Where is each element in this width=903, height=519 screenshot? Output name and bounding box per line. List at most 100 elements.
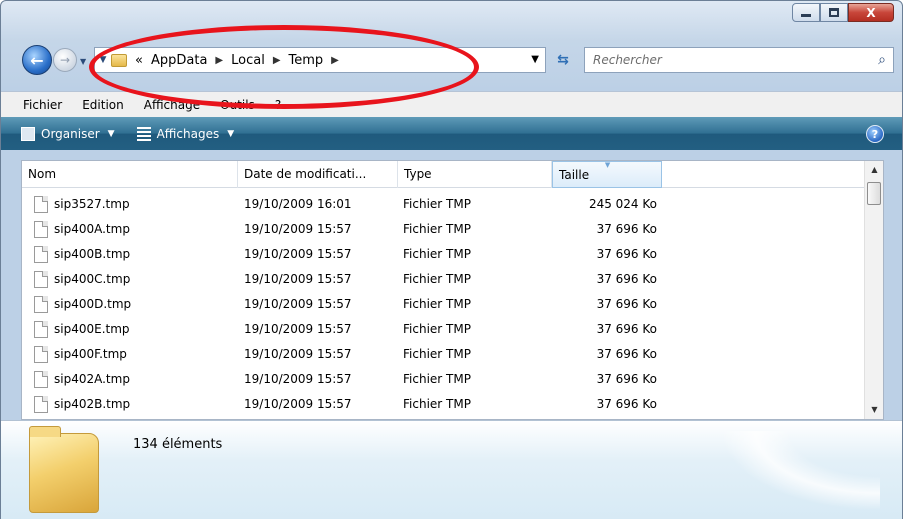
scroll-down-icon[interactable]: ▼: [865, 401, 883, 419]
decorative-swoosh: [720, 431, 880, 511]
address-dropdown-icon[interactable]: ▼: [531, 54, 539, 65]
back-button[interactable]: ←: [22, 45, 52, 75]
breadcrumb-local[interactable]: Local: [231, 53, 265, 68]
file-date: 19/10/2009 15:57: [244, 322, 352, 336]
file-name-cell: sip400B.tmp: [34, 242, 130, 267]
maximize-icon: [829, 8, 839, 17]
breadcrumb-appdata[interactable]: AppData: [151, 53, 207, 68]
file-name: sip400E.tmp: [54, 322, 130, 336]
file-type: Fichier TMP: [403, 322, 471, 336]
file-size: 37 696 Ko: [596, 222, 657, 236]
search-icon[interactable]: ⌕: [871, 52, 893, 68]
file-size: 37 696 Ko: [596, 347, 657, 361]
breadcrumb-overflow[interactable]: «: [135, 53, 143, 68]
menu-bar: Fichier Edition Affichage Outils ?: [1, 91, 902, 117]
file-date: 19/10/2009 16:01: [244, 197, 352, 211]
scroll-up-icon[interactable]: ▲: [865, 161, 883, 179]
file-date: 19/10/2009 15:57: [244, 247, 352, 261]
window-controls: X: [792, 3, 894, 22]
table-row[interactable]: sip400D.tmp 19/10/2009 15:57 Fichier TMP…: [22, 292, 865, 317]
table-row[interactable]: sip400F.tmp 19/10/2009 15:57 Fichier TMP…: [22, 342, 865, 367]
maximize-button[interactable]: [820, 3, 848, 22]
table-row[interactable]: sip400A.tmp 19/10/2009 15:57 Fichier TMP…: [22, 217, 865, 242]
menu-help[interactable]: ?: [275, 98, 281, 112]
scrollbar-thumb[interactable]: [867, 182, 881, 205]
explorer-window: X ← → ▼ ▼ « AppData ▶ Local ▶ Temp ▶ ▼ ⇆…: [0, 0, 903, 519]
file-size: 37 696 Ko: [596, 297, 657, 311]
views-icon: [136, 126, 151, 141]
table-row[interactable]: sip402A.tmp 19/10/2009 15:57 Fichier TMP…: [22, 367, 865, 392]
file-type: Fichier TMP: [403, 372, 471, 386]
vertical-scrollbar[interactable]: ▲ ▼: [864, 161, 883, 419]
column-header-size-label: Taille: [559, 168, 590, 182]
column-header-name[interactable]: Nom: [22, 161, 238, 188]
column-header-type[interactable]: Type: [398, 161, 552, 188]
file-name: sip400F.tmp: [54, 347, 127, 361]
menu-edition[interactable]: Edition: [82, 98, 124, 112]
views-label: Affichages: [156, 126, 220, 141]
file-name: sip400C.tmp: [54, 272, 131, 286]
close-icon: X: [866, 5, 876, 20]
file-type: Fichier TMP: [403, 247, 471, 261]
table-row[interactable]: sip400B.tmp 19/10/2009 15:57 Fichier TMP…: [22, 242, 865, 267]
folder-icon: [111, 53, 127, 67]
column-header-date[interactable]: Date de modificati...: [238, 161, 398, 188]
column-header-filler: [662, 161, 865, 188]
menu-fichier[interactable]: Fichier: [23, 98, 62, 112]
menu-affichage[interactable]: Affichage: [144, 98, 200, 112]
file-list: Nom Date de modificati... Type ▼ Taille …: [21, 160, 884, 420]
organize-button[interactable]: Organiser ▼: [21, 126, 115, 141]
address-history-arrow-icon[interactable]: ▼: [95, 55, 111, 65]
file-icon: [34, 196, 48, 213]
minimize-icon: [801, 14, 811, 17]
file-name-cell: sip402B.tmp: [34, 392, 130, 417]
breadcrumb-separator-icon[interactable]: ▶: [273, 55, 281, 66]
file-name: sip400B.tmp: [54, 247, 131, 261]
breadcrumb-temp[interactable]: Temp: [289, 53, 324, 68]
search-box[interactable]: ⌕: [584, 47, 894, 73]
search-input[interactable]: [593, 53, 871, 67]
table-row[interactable]: sip402B.tmp 19/10/2009 15:57 Fichier TMP…: [22, 392, 865, 417]
address-bar[interactable]: ▼ « AppData ▶ Local ▶ Temp ▶ ▼: [94, 47, 546, 73]
forward-arrow-icon: →: [59, 53, 71, 67]
file-date: 19/10/2009 15:57: [244, 347, 352, 361]
file-type: Fichier TMP: [403, 197, 471, 211]
help-button[interactable]: ?: [866, 125, 884, 143]
file-name-cell: sip400E.tmp: [34, 317, 130, 342]
minimize-button[interactable]: [792, 3, 820, 22]
table-row[interactable]: sip3527.tmp 19/10/2009 16:01 Fichier TMP…: [22, 192, 865, 217]
file-size: 37 696 Ko: [596, 247, 657, 261]
views-button[interactable]: Affichages ▼: [136, 126, 234, 141]
file-name-cell: sip400A.tmp: [34, 217, 130, 242]
recent-pages-dropdown[interactable]: ▼: [80, 57, 86, 66]
column-header-size[interactable]: ▼ Taille: [552, 161, 662, 188]
breadcrumb-separator-icon[interactable]: ▶: [331, 55, 339, 66]
chevron-down-icon: ▼: [107, 128, 115, 139]
file-size: 37 696 Ko: [596, 397, 657, 411]
back-arrow-icon: ←: [30, 50, 44, 70]
file-size: 245 024 Ko: [588, 197, 657, 211]
forward-button[interactable]: →: [53, 48, 77, 72]
menu-outils[interactable]: Outils: [220, 98, 255, 112]
details-pane: 134 éléments: [1, 420, 902, 519]
title-bar[interactable]: X: [1, 1, 902, 35]
file-name-cell: sip400F.tmp: [34, 342, 127, 367]
file-date: 19/10/2009 15:57: [244, 297, 352, 311]
file-icon: [34, 246, 48, 263]
file-type: Fichier TMP: [403, 347, 471, 361]
file-date: 19/10/2009 15:57: [244, 272, 352, 286]
file-name: sip400D.tmp: [54, 297, 132, 311]
file-icon: [34, 346, 48, 363]
table-row[interactable]: sip400E.tmp 19/10/2009 15:57 Fichier TMP…: [22, 317, 865, 342]
help-icon: ?: [871, 127, 879, 141]
table-row[interactable]: sip400C.tmp 19/10/2009 15:57 Fichier TMP…: [22, 267, 865, 292]
breadcrumb-separator-icon[interactable]: ▶: [215, 55, 223, 66]
file-type: Fichier TMP: [403, 297, 471, 311]
file-name-cell: sip402A.tmp: [34, 367, 130, 392]
close-button[interactable]: X: [848, 3, 894, 22]
file-type: Fichier TMP: [403, 222, 471, 236]
file-size: 37 696 Ko: [596, 272, 657, 286]
file-date: 19/10/2009 15:57: [244, 372, 352, 386]
file-icon: [34, 296, 48, 313]
refresh-button[interactable]: ⇆: [548, 47, 578, 73]
